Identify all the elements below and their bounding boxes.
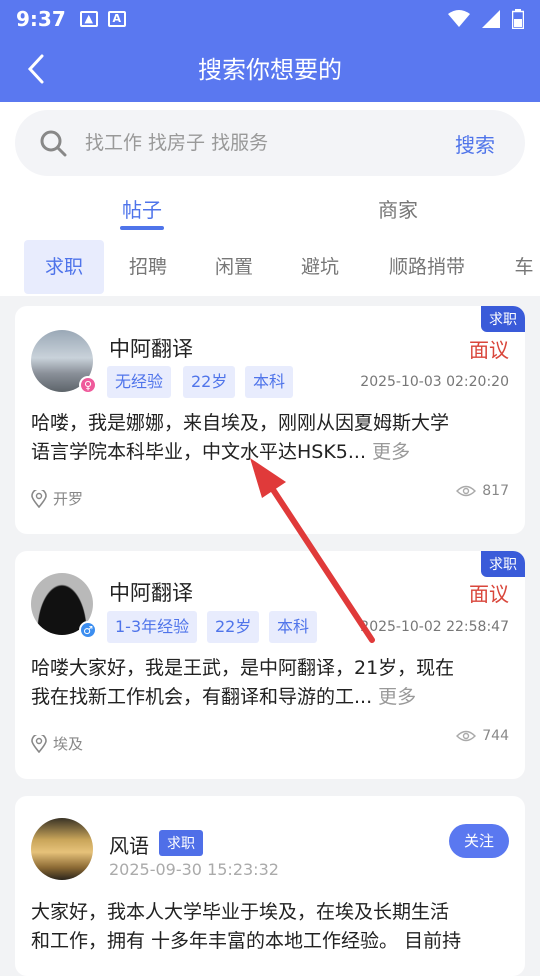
more-link[interactable]: 更多: [372, 441, 410, 463]
post-description: 大家好，我本人大学毕业于埃及，在埃及长期生活 和工作，拥有 十多年丰富的本地工作…: [31, 898, 497, 956]
app-notification-icon: A: [107, 11, 126, 27]
post-date: 2025-10-03 02:20:20: [360, 374, 509, 390]
location-text: 开罗: [53, 490, 84, 508]
male-gender-icon: ♂: [79, 621, 97, 639]
category-secondhand[interactable]: 闲置: [196, 240, 272, 294]
tab-posts[interactable]: 帖子: [122, 194, 162, 223]
salary: 面议: [469, 582, 509, 606]
description-line: 哈喽大家好，我是王武，是中阿翻译，21岁，现在: [31, 657, 455, 679]
category-recruiting[interactable]: 招聘: [110, 240, 186, 294]
post-date: 2025-09-30 15:23:32: [109, 860, 279, 879]
post-description: 哈喽大家好，我是王武，是中阿翻译，21岁，现在 我在找新工作机会，有翻译和导游的…: [31, 654, 497, 712]
tag-experience: 无经验: [107, 366, 172, 398]
description-line: 我在找新工作机会，有翻译和导游的工...: [31, 686, 373, 708]
image-notification-icon: ▲: [79, 11, 98, 27]
eye-icon: [456, 485, 477, 497]
status-bar: 9:37 ▲ A: [16, 6, 524, 32]
content-tabs: 帖子 商家: [0, 194, 540, 234]
battery-icon: [512, 9, 524, 29]
tab-merchants[interactable]: 商家: [378, 194, 418, 223]
avatar[interactable]: [31, 818, 93, 880]
search-bar[interactable]: 搜索: [15, 110, 525, 176]
location-pin-icon: [31, 734, 47, 753]
post-date: 2025-10-02 22:58:47: [360, 619, 509, 635]
location-text: 埃及: [53, 735, 84, 753]
post-description: 哈喽，我是娜娜，来自埃及，刚刚从因夏姆斯大学 语言学院本科毕业，中文水平达HSK…: [31, 409, 497, 467]
location-pin-icon: [31, 489, 47, 508]
search-button[interactable]: 搜索: [455, 129, 495, 158]
tag-age: 22岁: [207, 611, 260, 643]
category-pitfalls[interactable]: 避坑: [282, 240, 358, 294]
follow-button[interactable]: 关注: [449, 824, 509, 858]
description-line: 语言学院本科毕业，中文水平达HSK5...: [31, 441, 367, 463]
category-car[interactable]: 车: [504, 240, 540, 294]
top-bar: 9:37 ▲ A 搜索你想要的: [0, 0, 540, 102]
view-count: 744: [456, 728, 509, 744]
tag-experience: 1-3年经验: [107, 611, 198, 643]
tag-age: 22岁: [183, 366, 236, 398]
search-icon: [40, 130, 67, 157]
category-ride-share[interactable]: 顺路捎带: [372, 240, 482, 294]
wifi-icon: [448, 10, 470, 27]
user-name: 风语: [109, 834, 149, 858]
tag-education: 本科: [245, 366, 294, 398]
page-title: 搜索你想要的: [198, 56, 342, 84]
post-type-badge: 求职: [159, 830, 203, 856]
view-count-text: 744: [482, 728, 509, 744]
status-time: 9:37: [16, 7, 66, 31]
post-type-badge: 求职: [481, 306, 525, 332]
description-line: 大家好，我本人大学毕业于埃及，在埃及长期生活: [31, 901, 450, 923]
description-line: 和工作，拥有 十多年丰富的本地工作经验。 目前持: [31, 930, 462, 952]
post-card[interactable]: 风语 求职 2025-09-30 15:23:32 关注 大家好，我本人大学毕业…: [15, 796, 525, 976]
category-bar: 求职 招聘 闲置 避坑 顺路捎带 车: [0, 240, 540, 296]
tab-indicator: [120, 226, 164, 230]
eye-icon: [456, 730, 477, 742]
description-line: 哈喽，我是娜娜，来自埃及，刚刚从因夏姆斯大学: [31, 412, 450, 434]
post-type-badge: 求职: [481, 551, 525, 577]
location: 埃及: [31, 733, 83, 754]
post-title: 中阿翻译: [109, 581, 193, 605]
more-link[interactable]: 更多: [378, 686, 416, 708]
female-gender-icon: ♀: [79, 376, 97, 394]
post-card[interactable]: 求职 ♂ 中阿翻译 面议 1-3年经验 22岁 本科 2025-10-02 22…: [15, 551, 525, 779]
view-count-text: 817: [482, 483, 509, 499]
signal-icon: [482, 10, 500, 28]
location: 开罗: [31, 488, 83, 509]
category-job-seeking[interactable]: 求职: [24, 240, 104, 294]
search-input[interactable]: [83, 131, 455, 155]
salary: 面议: [469, 338, 509, 362]
post-title: 中阿翻译: [109, 337, 193, 361]
post-card[interactable]: 求职 ♀ 中阿翻译 面议 无经验 22岁 本科 2025-10-03 02:20…: [15, 306, 525, 534]
tag-education: 本科: [269, 611, 318, 643]
view-count: 817: [456, 483, 509, 499]
